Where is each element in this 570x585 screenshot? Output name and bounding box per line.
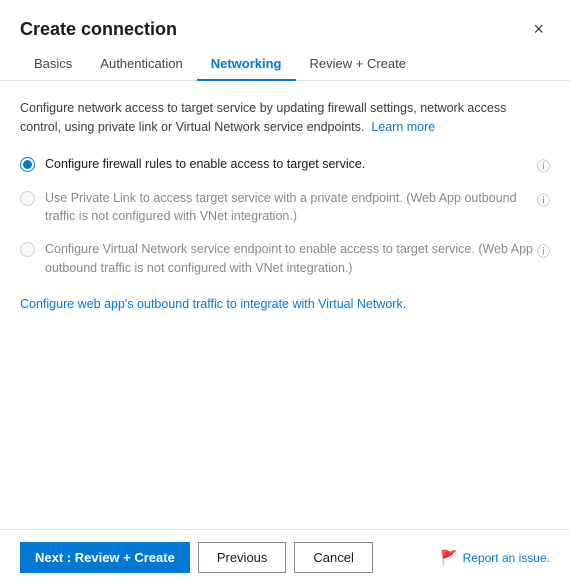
report-label: Report an issue. xyxy=(463,551,550,565)
tab-review-create[interactable]: Review + Create xyxy=(296,48,420,81)
radio-item-vnet-endpoint: Configure Virtual Network service endpoi… xyxy=(20,240,550,278)
tab-bar: Basics Authentication Networking Review … xyxy=(0,48,570,81)
dialog-header: Create connection × xyxy=(0,0,570,48)
dialog-body: Configure network access to target servi… xyxy=(0,81,570,529)
previous-button[interactable]: Previous xyxy=(198,542,287,573)
report-issue-link[interactable]: 🚩 Report an issue. xyxy=(440,549,550,566)
tab-authentication[interactable]: Authentication xyxy=(86,48,196,81)
report-icon: 🚩 xyxy=(440,549,457,566)
radio-firewall[interactable] xyxy=(20,157,35,172)
radio-item-firewall: Configure firewall rules to enable acces… xyxy=(20,155,550,175)
radio-label-firewall[interactable]: Configure firewall rules to enable acces… xyxy=(45,155,533,174)
create-connection-dialog: Create connection × Basics Authenticatio… xyxy=(0,0,570,585)
cancel-button[interactable]: Cancel xyxy=(294,542,372,573)
close-button[interactable]: × xyxy=(527,18,550,40)
dialog-title: Create connection xyxy=(20,19,177,40)
description-text: Configure network access to target servi… xyxy=(20,99,550,137)
vnet-link-container: Configure web app's outbound traffic to … xyxy=(20,296,550,311)
network-options-group: Configure firewall rules to enable acces… xyxy=(20,155,550,278)
info-icon-firewall[interactable]: ⓘ xyxy=(537,156,550,175)
radio-label-private-link: Use Private Link to access target servic… xyxy=(45,189,533,227)
tab-basics[interactable]: Basics xyxy=(20,48,86,81)
radio-label-vnet-endpoint: Configure Virtual Network service endpoi… xyxy=(45,240,533,278)
info-icon-private-link[interactable]: ⓘ xyxy=(537,190,550,209)
vnet-configure-link[interactable]: Configure web app's outbound traffic to … xyxy=(20,297,406,311)
next-button[interactable]: Next : Review + Create xyxy=(20,542,190,573)
radio-private-link[interactable] xyxy=(20,191,35,206)
dialog-footer: Next : Review + Create Previous Cancel 🚩… xyxy=(0,529,570,585)
radio-vnet-endpoint[interactable] xyxy=(20,242,35,257)
info-icon-vnet-endpoint[interactable]: ⓘ xyxy=(537,241,550,260)
tab-networking[interactable]: Networking xyxy=(197,48,296,81)
learn-more-link[interactable]: Learn more xyxy=(371,120,435,134)
radio-item-private-link: Use Private Link to access target servic… xyxy=(20,189,550,227)
